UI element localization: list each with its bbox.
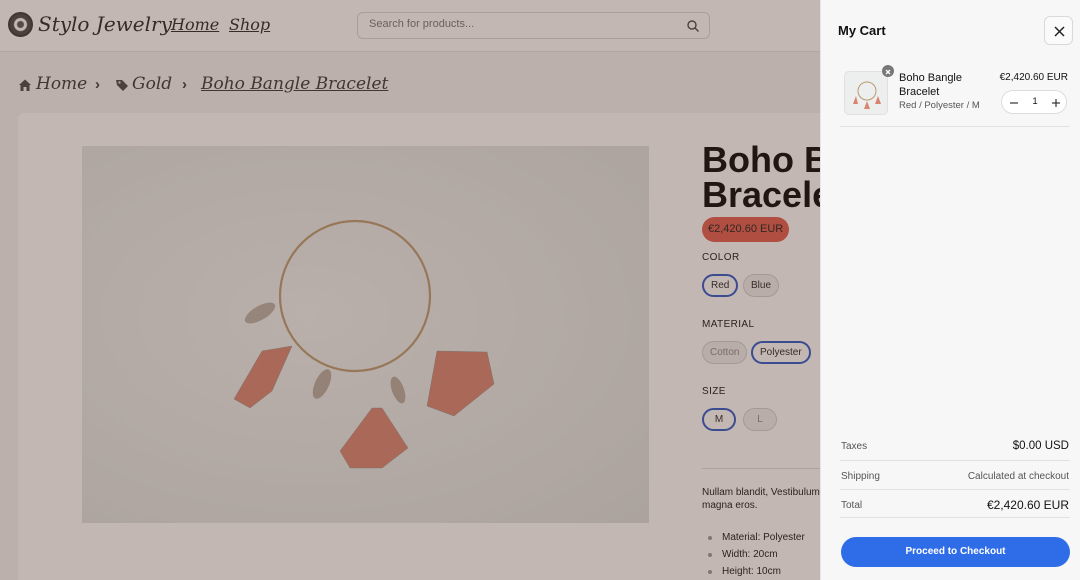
cart-item-name[interactable]: Boho Bangle Bracelet — [899, 71, 989, 99]
checkout-button[interactable]: Proceed to Checkout — [841, 537, 1070, 567]
taxes-value: $0.00 USD — [1012, 440, 1069, 452]
cart-title: My Cart — [838, 23, 886, 38]
shipping-label: Shipping — [841, 471, 880, 482]
modal-overlay[interactable] — [0, 0, 820, 580]
remove-item-button[interactable] — [882, 65, 894, 77]
divider — [840, 517, 1070, 518]
cart-drawer: My Cart Boho Bangle Bracelet Red / Polye… — [820, 0, 1080, 580]
bracelet-thumbnail-image — [853, 81, 881, 109]
divider — [840, 489, 1070, 490]
close-cart-button[interactable] — [1044, 16, 1073, 45]
close-icon — [1054, 26, 1065, 37]
taxes-label: Taxes — [841, 441, 868, 452]
cart-item-price: €2,420.60 EUR — [999, 72, 1068, 83]
cart-item-variant: Red / Polyester / M — [899, 100, 980, 111]
divider — [840, 460, 1070, 461]
remove-icon — [885, 69, 891, 75]
quantity-stepper: 1 — [1001, 90, 1067, 114]
increase-quantity-button[interactable] — [1049, 96, 1063, 110]
quantity-value: 1 — [1032, 96, 1038, 107]
total-label: Total — [841, 500, 863, 511]
divider — [840, 126, 1070, 127]
total-value: €2,420.60 EUR — [986, 498, 1069, 512]
shipping-value: Calculated at checkout — [967, 471, 1069, 482]
decrease-quantity-button[interactable] — [1007, 96, 1021, 110]
